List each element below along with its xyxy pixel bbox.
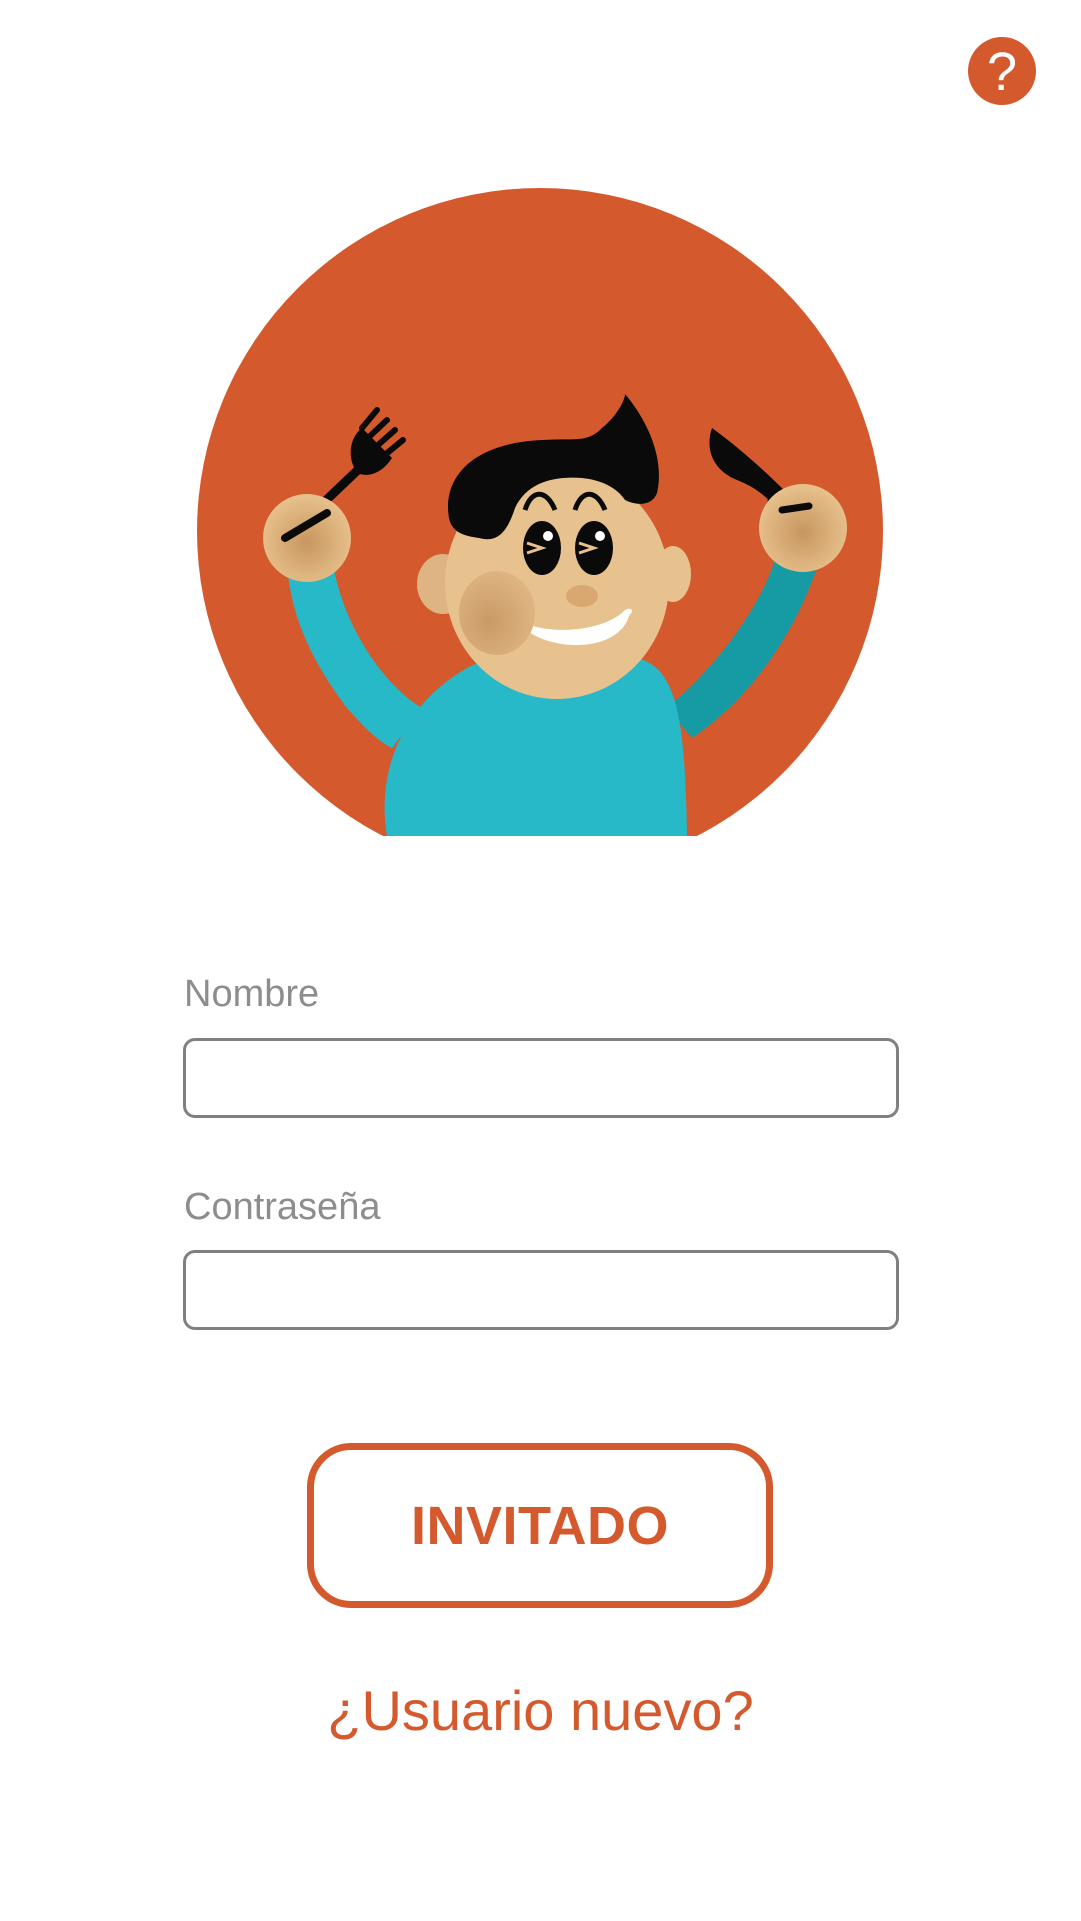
new-user-link[interactable]: ¿Usuario nuevo? — [0, 1683, 1081, 1739]
username-label: Nombre — [184, 973, 320, 1015]
question-mark-icon: ? — [986, 42, 1018, 102]
right-hand — [759, 484, 847, 572]
guest-button[interactable]: INVITADO — [307, 1443, 773, 1608]
left-cheek — [459, 571, 535, 655]
nose — [566, 585, 598, 607]
password-label: Contraseña — [184, 1186, 381, 1228]
password-input[interactable] — [183, 1250, 899, 1330]
right-eye-highlight — [595, 531, 605, 541]
username-input[interactable] — [183, 1038, 899, 1118]
hero-illustration — [197, 188, 883, 836]
left-eye-highlight — [543, 531, 553, 541]
help-button[interactable]: ? — [968, 37, 1036, 105]
left-hand — [263, 494, 351, 582]
